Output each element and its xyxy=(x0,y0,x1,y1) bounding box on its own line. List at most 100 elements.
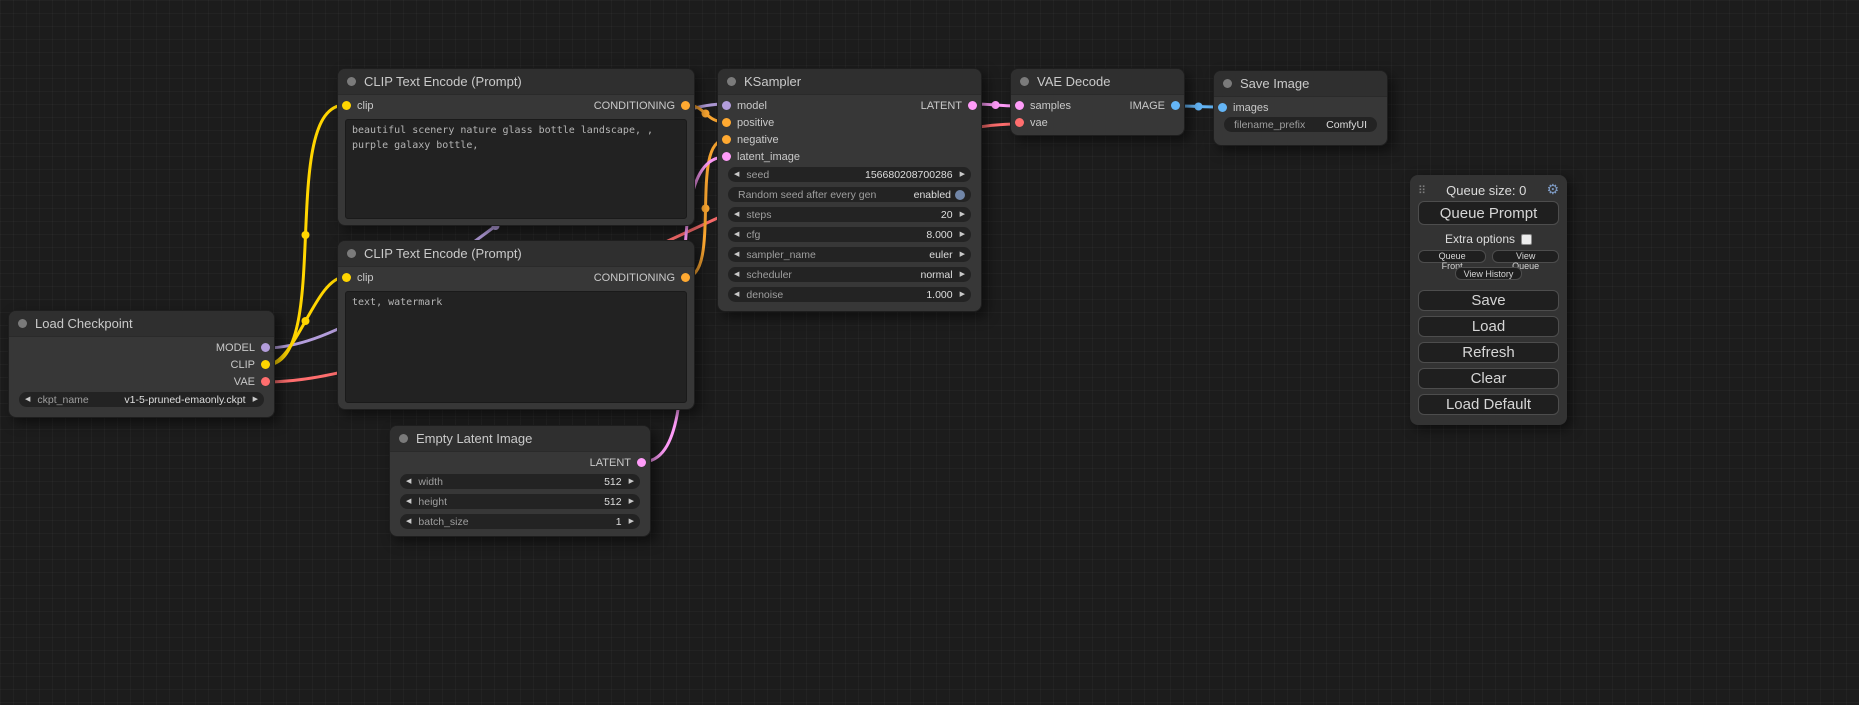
load-default-button[interactable]: Load Default xyxy=(1418,394,1559,415)
widget-sampler-name[interactable]: ◀ sampler_name euler ▶ xyxy=(728,247,971,262)
widget-height[interactable]: ◀ height 512 ▶ xyxy=(400,494,640,509)
node-save-image[interactable]: Save Image images filename_prefix ComfyU… xyxy=(1213,70,1388,146)
queue-size-label: Queue size: 0 xyxy=(1426,183,1546,198)
load-button[interactable]: Load xyxy=(1418,316,1559,337)
node-title-bar[interactable]: KSampler xyxy=(718,69,981,95)
prompt-textarea[interactable]: text, watermark xyxy=(345,291,687,403)
widget-batch-size[interactable]: ◀ batch_size 1 ▶ xyxy=(400,514,640,529)
increment-arrow-icon[interactable]: ▶ xyxy=(960,171,965,178)
collapse-dot-icon[interactable] xyxy=(1223,79,1232,88)
queue-front-button[interactable]: Queue Front xyxy=(1418,250,1486,263)
collapse-dot-icon[interactable] xyxy=(727,77,736,86)
node-ksampler[interactable]: KSampler model LATENT positive negative … xyxy=(717,68,982,312)
node-title-bar[interactable]: Empty Latent Image xyxy=(390,426,650,452)
node-load-checkpoint[interactable]: Load Checkpoint MODEL CLIP VAE ◀ ckpt_na… xyxy=(8,310,275,418)
output-slot-latent[interactable] xyxy=(637,458,646,467)
prompt-textarea[interactable]: beautiful scenery nature glass bottle la… xyxy=(345,119,687,219)
node-title-bar[interactable]: Load Checkpoint xyxy=(9,311,274,337)
node-vae-decode[interactable]: VAE Decode samples IMAGE vae xyxy=(1010,68,1185,136)
input-label: vae xyxy=(1030,117,1048,129)
decrement-arrow-icon[interactable]: ◀ xyxy=(25,396,30,403)
node-title-bar[interactable]: VAE Decode xyxy=(1011,69,1184,95)
graph-canvas[interactable]: Load Checkpoint MODEL CLIP VAE ◀ ckpt_na… xyxy=(0,0,1859,705)
input-slot-model[interactable] xyxy=(722,101,731,110)
node-title: KSampler xyxy=(744,74,801,89)
increment-arrow-icon[interactable]: ▶ xyxy=(629,498,634,505)
node-title-bar[interactable]: CLIP Text Encode (Prompt) xyxy=(338,69,694,95)
collapse-dot-icon[interactable] xyxy=(347,249,356,258)
view-history-button[interactable]: View History xyxy=(1455,267,1523,280)
widget-ckpt-name[interactable]: ◀ ckpt_name v1-5-pruned-emaonly.ckpt ▶ xyxy=(19,392,264,407)
refresh-button[interactable]: Refresh xyxy=(1418,342,1559,363)
node-title-bar[interactable]: CLIP Text Encode (Prompt) xyxy=(338,241,694,267)
widget-denoise[interactable]: ◀ denoise 1.000 ▶ xyxy=(728,287,971,302)
queue-prompt-button[interactable]: Queue Prompt xyxy=(1418,201,1559,225)
output-slot-conditioning[interactable] xyxy=(681,101,690,110)
save-button[interactable]: Save xyxy=(1418,290,1559,311)
input-slot-negative[interactable] xyxy=(722,135,731,144)
input-slot-images[interactable] xyxy=(1218,103,1227,112)
queue-panel[interactable]: ⠿ Queue size: 0 ⚙ Queue Prompt Extra opt… xyxy=(1410,175,1567,425)
input-slot-samples[interactable] xyxy=(1015,101,1024,110)
settings-gear-icon[interactable]: ⚙ xyxy=(1546,182,1559,198)
clear-button[interactable]: Clear xyxy=(1418,368,1559,389)
decrement-arrow-icon[interactable]: ◀ xyxy=(406,498,411,505)
input-slot-clip[interactable] xyxy=(342,101,351,110)
decrement-arrow-icon[interactable]: ◀ xyxy=(734,271,739,278)
increment-arrow-icon[interactable]: ▶ xyxy=(629,518,634,525)
input-slot-positive[interactable] xyxy=(722,118,731,127)
increment-arrow-icon[interactable]: ▶ xyxy=(960,231,965,238)
view-queue-button[interactable]: View Queue xyxy=(1492,250,1559,263)
increment-arrow-icon[interactable]: ▶ xyxy=(960,291,965,298)
input-label: samples xyxy=(1030,100,1071,112)
decrement-arrow-icon[interactable]: ◀ xyxy=(734,211,739,218)
widget-label: seed xyxy=(746,169,769,181)
decrement-arrow-icon[interactable]: ◀ xyxy=(734,251,739,258)
increment-arrow-icon[interactable]: ▶ xyxy=(960,251,965,258)
widget-label: height xyxy=(418,496,447,508)
decrement-arrow-icon[interactable]: ◀ xyxy=(406,518,411,525)
input-slot-latent-image[interactable] xyxy=(722,152,731,161)
widget-seed[interactable]: ◀ seed 156680208700286 ▶ xyxy=(728,167,971,182)
input-label: clip xyxy=(357,272,374,284)
increment-arrow-icon[interactable]: ▶ xyxy=(960,271,965,278)
decrement-arrow-icon[interactable]: ◀ xyxy=(406,478,411,485)
decrement-arrow-icon[interactable]: ◀ xyxy=(734,231,739,238)
widget-width[interactable]: ◀ width 512 ▶ xyxy=(400,474,640,489)
collapse-dot-icon[interactable] xyxy=(18,319,27,328)
output-label: CLIP xyxy=(231,359,255,371)
collapse-dot-icon[interactable] xyxy=(1020,77,1029,86)
output-slot-latent[interactable] xyxy=(968,101,977,110)
widget-steps[interactable]: ◀ steps 20 ▶ xyxy=(728,207,971,222)
increment-arrow-icon[interactable]: ▶ xyxy=(629,478,634,485)
node-title-bar[interactable]: Save Image xyxy=(1214,71,1387,97)
output-label: MODEL xyxy=(216,342,255,354)
widget-random-seed-toggle[interactable]: Random seed after every gen enabled xyxy=(728,187,971,202)
widget-scheduler[interactable]: ◀ scheduler normal ▶ xyxy=(728,267,971,282)
drag-handle-icon[interactable]: ⠿ xyxy=(1418,184,1426,197)
input-slot-clip[interactable] xyxy=(342,273,351,282)
decrement-arrow-icon[interactable]: ◀ xyxy=(734,291,739,298)
input-slot-vae[interactable] xyxy=(1015,118,1024,127)
increment-arrow-icon[interactable]: ▶ xyxy=(253,396,258,403)
link-midpoint-dot xyxy=(1195,103,1203,111)
node-empty-latent-image[interactable]: Empty Latent Image LATENT ◀ width 512 ▶ … xyxy=(389,425,651,537)
input-label: positive xyxy=(737,117,774,129)
node-clip-text-encode-positive[interactable]: CLIP Text Encode (Prompt) clip CONDITION… xyxy=(337,68,695,226)
output-slot-clip[interactable] xyxy=(261,360,270,369)
widget-filename-prefix[interactable]: filename_prefix ComfyUI xyxy=(1224,117,1377,132)
output-label: LATENT xyxy=(921,100,962,112)
extra-options-checkbox[interactable] xyxy=(1521,234,1532,245)
output-slot-conditioning[interactable] xyxy=(681,273,690,282)
widget-cfg[interactable]: ◀ cfg 8.000 ▶ xyxy=(728,227,971,242)
output-slot-image[interactable] xyxy=(1171,101,1180,110)
increment-arrow-icon[interactable]: ▶ xyxy=(960,211,965,218)
collapse-dot-icon[interactable] xyxy=(347,77,356,86)
node-clip-text-encode-negative[interactable]: CLIP Text Encode (Prompt) clip CONDITION… xyxy=(337,240,695,410)
toggle-knob[interactable] xyxy=(955,190,965,200)
collapse-dot-icon[interactable] xyxy=(399,434,408,443)
link-midpoint-dot xyxy=(302,231,310,239)
output-slot-model[interactable] xyxy=(261,343,270,352)
decrement-arrow-icon[interactable]: ◀ xyxy=(734,171,739,178)
output-slot-vae[interactable] xyxy=(261,377,270,386)
